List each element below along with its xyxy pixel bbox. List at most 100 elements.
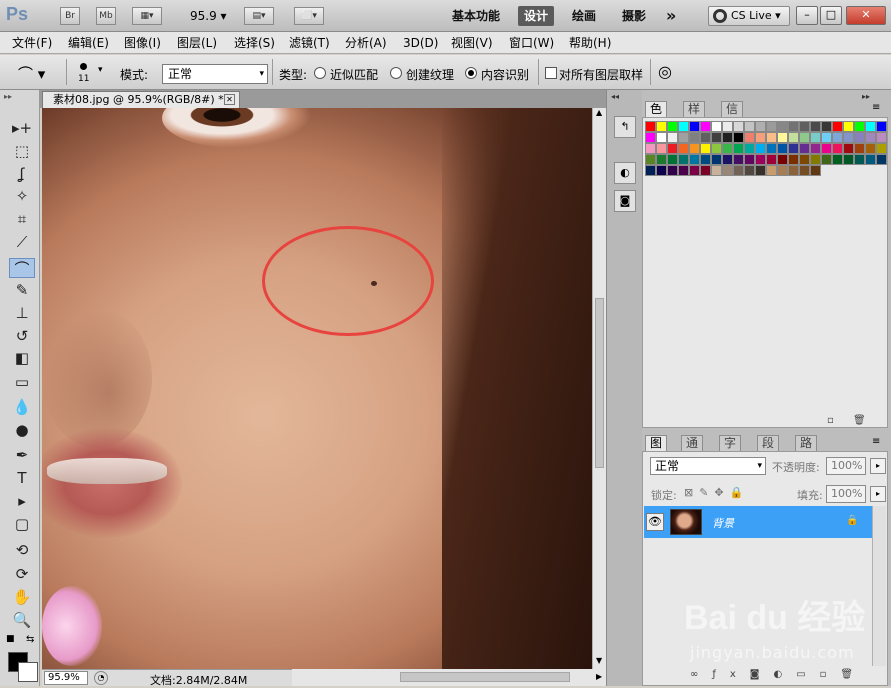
marquee-tool[interactable]: ⬚ bbox=[9, 141, 35, 161]
lasso-tool[interactable]: ʆ bbox=[9, 164, 35, 184]
color-swatch[interactable] bbox=[733, 165, 744, 176]
adjustments-panel-icon[interactable]: ◐ bbox=[614, 162, 636, 184]
color-swatch[interactable] bbox=[854, 154, 865, 165]
scroll-up-icon[interactable]: ▲ bbox=[596, 108, 602, 117]
move-tool[interactable]: ▸+ bbox=[9, 118, 35, 138]
color-swatch[interactable] bbox=[766, 165, 777, 176]
opacity-slider-icon[interactable]: ▸ bbox=[870, 458, 886, 474]
color-swatch[interactable] bbox=[722, 165, 733, 176]
pen-tool[interactable]: ✒ bbox=[9, 445, 35, 465]
color-swatch[interactable] bbox=[876, 143, 887, 154]
color-swatch[interactable] bbox=[821, 132, 832, 143]
color-swatch[interactable] bbox=[689, 165, 700, 176]
color-swatch[interactable] bbox=[656, 143, 667, 154]
blend-mode-select[interactable]: 正常 ▾ bbox=[650, 457, 766, 475]
color-swatch[interactable] bbox=[843, 121, 854, 132]
color-swatch[interactable] bbox=[799, 165, 810, 176]
color-swatch[interactable] bbox=[821, 154, 832, 165]
color-swatch[interactable] bbox=[689, 132, 700, 143]
zoom-tool[interactable]: 🔍 bbox=[9, 610, 35, 630]
color-swatch[interactable] bbox=[876, 121, 887, 132]
color-swatch[interactable] bbox=[854, 121, 865, 132]
color-swatch[interactable] bbox=[667, 143, 678, 154]
color-swatch[interactable] bbox=[667, 121, 678, 132]
tab-layers[interactable]: 图层 bbox=[645, 435, 668, 465]
cs-live-button[interactable]: CS Live ▾ bbox=[708, 6, 790, 26]
color-swatch[interactable] bbox=[656, 121, 667, 132]
dodge-tool[interactable]: ● bbox=[9, 420, 35, 440]
color-swatch[interactable] bbox=[777, 143, 788, 154]
lock-icons[interactable]: ⊠✎✥🔒 bbox=[684, 486, 749, 499]
color-swatch[interactable] bbox=[744, 121, 755, 132]
color-swatch[interactable] bbox=[744, 143, 755, 154]
eraser-tool[interactable]: ◧ bbox=[9, 348, 35, 368]
color-swatch[interactable] bbox=[711, 143, 722, 154]
color-swatch[interactable] bbox=[711, 132, 722, 143]
scroll-right-icon[interactable]: ▶ bbox=[596, 672, 602, 681]
color-swatch[interactable] bbox=[766, 143, 777, 154]
history-panel-icon[interactable]: ↰ bbox=[614, 116, 636, 138]
color-swatch[interactable] bbox=[854, 132, 865, 143]
color-swatch[interactable] bbox=[854, 143, 865, 154]
color-swatch[interactable] bbox=[711, 154, 722, 165]
bridge-button[interactable]: Br bbox=[60, 7, 80, 25]
document-tab[interactable]: 素材08.jpg @ 95.9%(RGB/8#) * ✕ bbox=[42, 91, 240, 108]
color-swatch[interactable] bbox=[832, 132, 843, 143]
menu-view[interactable]: 视图(V) bbox=[451, 35, 493, 51]
eyedropper-tool[interactable]: ⟋ bbox=[9, 232, 35, 252]
scroll-down-icon[interactable]: ▼ bbox=[596, 656, 602, 665]
background-color-swatch[interactable] bbox=[18, 662, 38, 682]
restore-button[interactable]: □ bbox=[820, 6, 842, 25]
color-swatch[interactable] bbox=[865, 121, 876, 132]
color-swatch[interactable] bbox=[645, 154, 656, 165]
mini-bridge-button[interactable]: Mb bbox=[96, 7, 116, 25]
color-swatch[interactable] bbox=[656, 132, 667, 143]
color-swatch[interactable] bbox=[821, 121, 832, 132]
color-swatch[interactable] bbox=[722, 143, 733, 154]
menu-help[interactable]: 帮助(H) bbox=[569, 35, 611, 51]
radio-content-aware[interactable] bbox=[465, 67, 477, 79]
status-menu-icon[interactable]: ◔ bbox=[94, 671, 108, 685]
minimize-button[interactable]: – bbox=[796, 6, 818, 25]
3d-rotate-tool[interactable]: ⟲ bbox=[9, 540, 35, 560]
workspace-painting[interactable]: 绘画 bbox=[566, 6, 602, 26]
clone-stamp-tool[interactable]: ⊥ bbox=[9, 303, 35, 323]
workspace-design[interactable]: 设计 bbox=[518, 6, 555, 26]
color-swatch[interactable] bbox=[645, 121, 656, 132]
panel-menu-icon[interactable]: ≡ bbox=[872, 102, 880, 113]
color-swatch[interactable] bbox=[810, 132, 821, 143]
color-swatch[interactable] bbox=[656, 154, 667, 165]
color-swatch[interactable] bbox=[678, 121, 689, 132]
hand-tool[interactable]: ✋ bbox=[9, 587, 35, 607]
color-swatch[interactable] bbox=[788, 132, 799, 143]
close-tab-icon[interactable]: ✕ bbox=[224, 94, 235, 105]
crop-tool[interactable]: ⌗ bbox=[9, 209, 35, 229]
color-swatch[interactable] bbox=[700, 154, 711, 165]
color-swatch[interactable] bbox=[810, 154, 821, 165]
menu-filter[interactable]: 滤镜(T) bbox=[289, 35, 330, 51]
masks-panel-icon[interactable]: ◙ bbox=[614, 190, 636, 212]
arrange-documents-button[interactable]: ▤▾ bbox=[244, 7, 274, 25]
color-swatch[interactable] bbox=[832, 143, 843, 154]
color-swatch[interactable] bbox=[832, 154, 843, 165]
color-swatch[interactable] bbox=[865, 132, 876, 143]
color-swatch[interactable] bbox=[700, 132, 711, 143]
color-swatch[interactable] bbox=[711, 121, 722, 132]
mode-select[interactable]: 正常 ▾ bbox=[162, 64, 268, 84]
color-swatch[interactable] bbox=[645, 165, 656, 176]
color-swatch[interactable] bbox=[755, 132, 766, 143]
layers-menu-icon[interactable]: ≡ bbox=[872, 436, 880, 447]
tool-preset-picker[interactable]: ⌒ ▾ bbox=[18, 63, 45, 84]
menu-select[interactable]: 选择(S) bbox=[234, 35, 275, 51]
color-swatch[interactable] bbox=[722, 132, 733, 143]
zoom-field[interactable]: 95.9% bbox=[44, 671, 88, 685]
color-swatch[interactable] bbox=[678, 165, 689, 176]
color-swatch[interactable] bbox=[689, 121, 700, 132]
color-swatch[interactable] bbox=[821, 143, 832, 154]
tab-paragraph[interactable]: 段落 bbox=[757, 435, 780, 465]
color-swatch[interactable] bbox=[766, 132, 777, 143]
more-workspaces-chevron-icon[interactable]: » bbox=[660, 6, 682, 26]
layers-scrollbar[interactable] bbox=[872, 506, 886, 666]
screen-mode-button[interactable]: ⬜▾ bbox=[294, 7, 324, 25]
color-swatch[interactable] bbox=[755, 121, 766, 132]
